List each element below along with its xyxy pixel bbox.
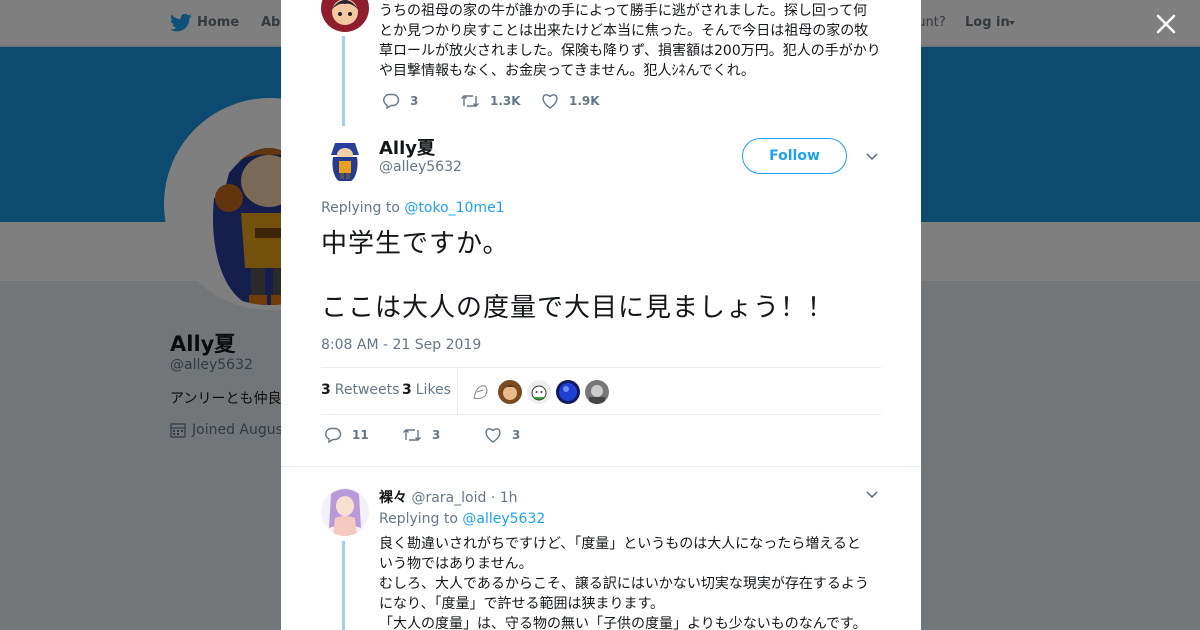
prev-tweet-line: 草ロールが放火されました。保険も降りず、損害額は200万円。犯人の手がかり (379, 43, 881, 59)
reply-author-handle: @rara_loid (411, 490, 487, 506)
retweet-count: 3 (432, 428, 441, 442)
like-button[interactable]: 3 (484, 427, 520, 443)
reply-tweet-avatar-illustration (321, 488, 369, 536)
main-replying-to: Replying to @toko_10me1 (321, 200, 505, 216)
main-tweet-author-name[interactable]: Ally夏 (379, 134, 435, 160)
main-tweet-line: ここは大人の度量で大目に見ましょう！！ (321, 293, 835, 323)
thread-connector-line (342, 541, 345, 630)
liker-avatar-illustration (556, 380, 580, 404)
prev-like-button[interactable]: 1.9K (541, 93, 600, 109)
liker-avatar[interactable] (498, 380, 522, 404)
chevron-down-icon[interactable] (866, 153, 878, 161)
liker-avatar-illustration (498, 380, 522, 404)
reply-icon (383, 93, 400, 109)
replying-to-link[interactable]: @alley5632 (462, 511, 545, 527)
retweets-stat-label: Retweets (334, 382, 400, 398)
heart-icon (485, 428, 501, 443)
reply-author[interactable]: 裸々 @rara_loid · 1h (379, 487, 518, 507)
like-count: 3 (512, 428, 521, 442)
reply-tweet-line: になり、「度量」で許せる範囲は狭まります。 (379, 596, 665, 612)
prev-like-count: 1.9K (569, 94, 600, 108)
prev-tweet-text: うちの祖母の家の牛が誰かの手によって勝手に逃がされました。探し回って何 とか見つ… (379, 1, 881, 81)
reply-tweet-text: 良く勘違いされがちですけど、「度量」というものは大人になったら増えると いう物で… (379, 534, 869, 630)
follow-button[interactable]: Follow (742, 138, 847, 174)
main-tweet-avatar[interactable] (321, 133, 369, 181)
replying-to-label: Replying to (321, 200, 400, 216)
stats-divider (457, 368, 458, 414)
retweet-icon (403, 429, 421, 441)
reply-tweet-line: むしろ、大人であるからこそ、譲る訳にはいかない切実な現実が存在するよう (379, 576, 869, 592)
prev-tweet-line: や目撃情報もなく、お金戻ってきません。犯人ｼﾈんでくれ。 (379, 63, 755, 79)
thread-connector-line (342, 36, 345, 126)
prev-retweet-count: 1.3K (490, 94, 521, 108)
retweet-button[interactable]: 3 (402, 427, 440, 443)
tweet-permalink-modal: うちの祖母の家の牛が誰かの手によって勝手に逃がされました。探し回って何 とか見つ… (281, 0, 921, 630)
liker-avatar-illustration (527, 380, 551, 404)
heart-icon (542, 94, 558, 109)
prev-reply-count: 3 (410, 94, 419, 108)
liker-avatar[interactable] (527, 380, 551, 404)
reply-time[interactable]: · 1h (491, 490, 518, 506)
replying-to-label: Replying to (379, 511, 458, 527)
prev-reply-button[interactable]: 3 (382, 93, 418, 109)
reply-button[interactable]: 11 (324, 427, 369, 443)
likes-stat[interactable]: 3 Likes (402, 382, 451, 398)
likes-stat-count: 3 (402, 382, 412, 398)
replying-to-link[interactable]: @toko_10me1 (404, 200, 504, 216)
liker-avatar-illustration (469, 380, 493, 404)
liker-avatar[interactable] (585, 380, 609, 404)
prev-retweet-button[interactable]: 1.3K (460, 93, 521, 109)
main-tweet-line: 中学生ですか。 (321, 229, 510, 259)
prev-tweet-avatar-illustration (321, 0, 369, 32)
prev-tweet-avatar[interactable] (321, 0, 369, 32)
chevron-down-icon[interactable] (866, 491, 878, 499)
retweet-icon (461, 95, 479, 107)
reply-tweet-avatar[interactable] (321, 488, 369, 536)
main-tweet-avatar-illustration (321, 133, 369, 181)
likes-stat-label: Likes (415, 382, 451, 398)
close-icon[interactable] (1154, 12, 1178, 36)
liker-avatar-illustration (585, 380, 609, 404)
retweets-stat-count: 3 (321, 382, 331, 398)
reply-icon (325, 427, 342, 443)
main-tweet-author-handle[interactable]: @alley5632 (379, 159, 462, 175)
retweets-stat[interactable]: 3 Retweets (321, 382, 399, 398)
main-tweet-text: 中学生ですか。 ここは大人の度量で大目に見ましょう！！ (321, 228, 834, 324)
liker-avatar[interactable] (469, 380, 493, 404)
reply-replying-to: Replying to @alley5632 (379, 511, 545, 527)
tweet-stats-bar: 3 Retweets 3 Likes (321, 367, 881, 415)
liker-avatar[interactable] (556, 380, 580, 404)
reply-tweet-line: 「大人の度量」は、守る物の無い「子供の度量」よりも少ないものなんです。 (379, 616, 867, 630)
reply-tweet-line: いう物ではありません。 (379, 556, 533, 572)
reply-count: 11 (352, 428, 369, 442)
main-tweet-timestamp[interactable]: 8:08 AM - 21 Sep 2019 (321, 337, 481, 353)
reply-tweet-line: 良く勘違いされがちですけど、「度量」というものは大人になったら増えると (379, 536, 861, 552)
replies-divider (281, 466, 921, 467)
prev-tweet-line: とか見つかり戻すことは出来たけど本当に焦った。そんで今日は祖母の家の牧 (379, 23, 869, 39)
prev-tweet-line: うちの祖母の家の牛が誰かの手によって勝手に逃がされました。探し回って何 (379, 3, 868, 19)
reply-author-name: 裸々 (379, 490, 407, 506)
